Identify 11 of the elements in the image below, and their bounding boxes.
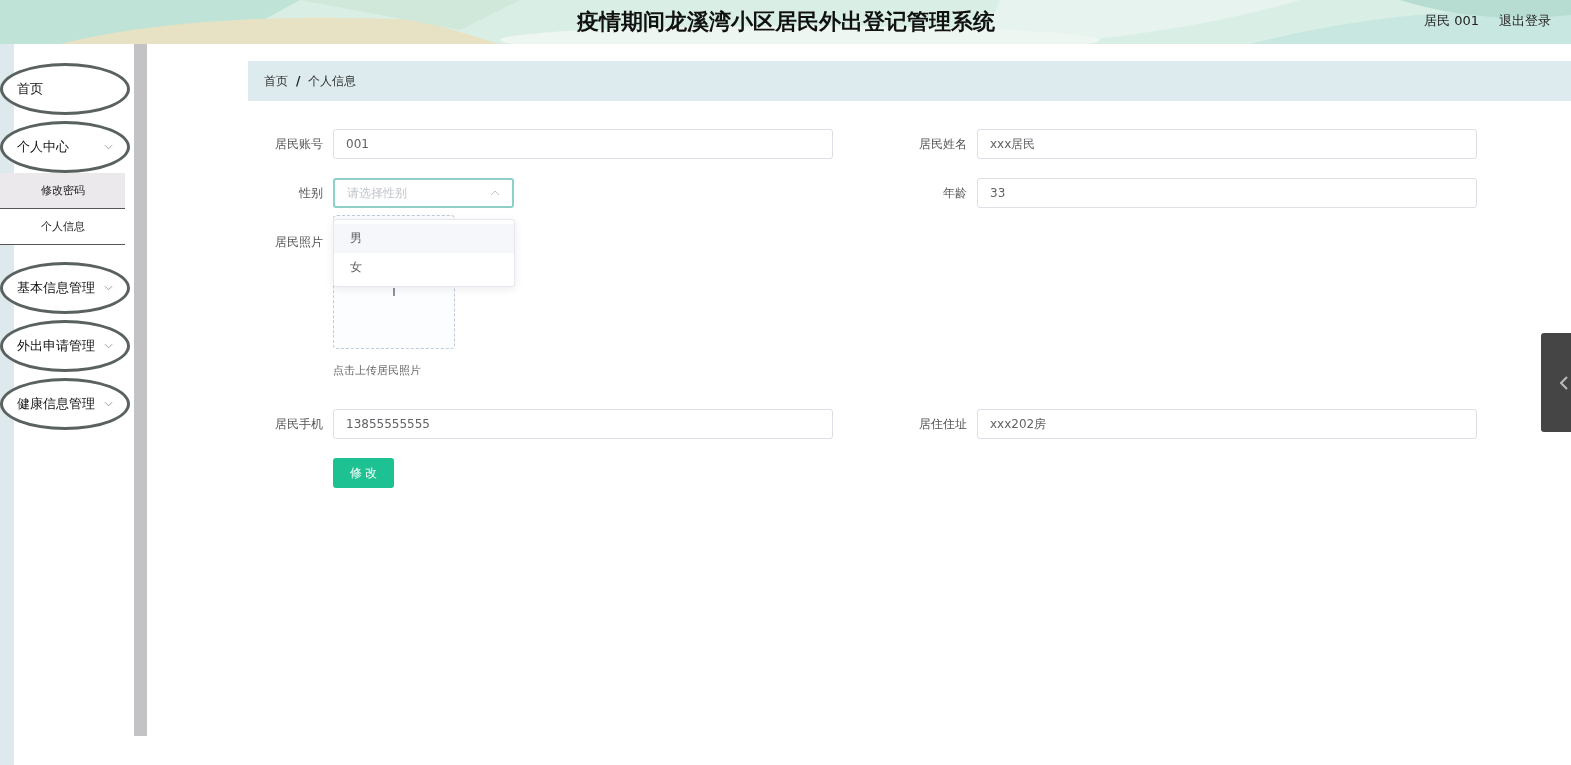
field-label: 居民照片 [274,234,324,251]
user-name: 居民 001 [1424,12,1479,30]
field-label: 居住住址 [918,416,968,433]
field-label: 居民手机 [274,416,324,433]
field-label: 居民账号 [274,136,324,153]
field-label: 居民姓名 [918,136,968,153]
field-label: 性别 [298,185,324,202]
system-title: 疫情期间龙溪湾小区居民外出登记管理系统 [576,8,995,36]
upload-hint: 点击上传居民照片 [333,363,422,378]
field-label: 年龄 [942,185,968,202]
breadcrumb-separator: / [296,74,301,88]
